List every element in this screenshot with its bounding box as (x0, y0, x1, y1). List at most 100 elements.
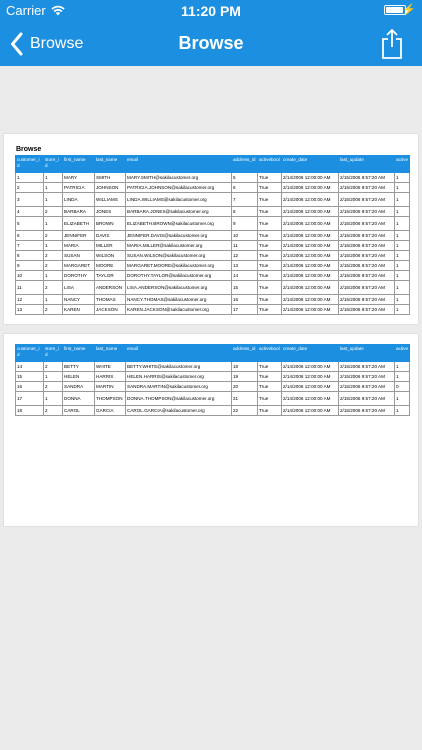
table-cell: 1 (394, 260, 410, 271)
table-cell: 1 (394, 172, 410, 183)
table-row: 12 1 NANCY THOMAS NANCY.THOMAS@sakilacustome… (15, 294, 410, 305)
table-cell: 2 (43, 260, 63, 271)
table-cell: SANDRA (62, 381, 95, 392)
column-header: active (394, 344, 410, 362)
table-cell: 2/15/2006 9:57:20 AM (338, 405, 395, 416)
column-header: first_name (62, 155, 95, 173)
table-cell: 12 (231, 250, 258, 261)
table-cell: MOORE (94, 260, 126, 271)
table-cell: 8 (15, 250, 44, 261)
table-cell: 2/15/2006 9:57:20 AM (338, 192, 395, 207)
table-cell: 11 (231, 240, 258, 251)
table-cell: True (257, 361, 282, 372)
table-cell: 1 (394, 391, 410, 406)
table-cell: 17 (15, 391, 44, 406)
table-cell: 15 (231, 280, 258, 295)
table-cell: 21 (231, 391, 258, 406)
table-cell: 16 (15, 381, 44, 392)
table-row: 6 2 JENNIFER DAVIS JENNIFER.DAVIS@sakilacust… (15, 230, 410, 241)
table-cell: BETTY (62, 361, 95, 372)
table-cell: 1 (43, 294, 63, 305)
table-row: 13 2 KAREN JACKSON KAREN.JACKSON@sakilacusto… (15, 304, 410, 315)
table-cell: 1 (394, 294, 410, 305)
table-cell: 2/14/2006 12:00:00 AM (281, 361, 339, 372)
table-cell: BROWN (94, 216, 126, 231)
table-cell: WILLIAMS (94, 192, 126, 207)
table-cell: JONES (94, 206, 126, 217)
table-cell: MARTIN (94, 381, 126, 392)
column-header: create_date (281, 155, 339, 173)
table-cell: 2/15/2006 9:57:20 AM (338, 304, 395, 315)
table-cell: JENNIFER.DAVIS@sakilacustomer.org (125, 230, 232, 241)
table-cell: True (257, 381, 282, 392)
table-row: 5 1 ELIZABETH BROWN ELIZABETH.BROWN@sakilacu… (15, 216, 410, 231)
table-cell: 2 (15, 182, 44, 193)
table-cell: PATRICIA.JOHNSON@sakilacustomer.org (125, 182, 232, 193)
table-cell: CAROL (62, 405, 95, 416)
table-cell: True (257, 270, 282, 281)
table-header-row: customer_id store_id first_name last_name em… (15, 344, 410, 362)
table-cell: 1 (43, 192, 63, 207)
table-cell: 18 (15, 405, 44, 416)
table-cell: 1 (43, 182, 63, 193)
report-title: Browse (16, 146, 42, 153)
table-cell: 2/15/2006 9:57:20 AM (338, 381, 395, 392)
table-cell: 22 (231, 405, 258, 416)
table-cell: 5 (15, 216, 44, 231)
table-cell: 2 (43, 361, 63, 372)
table-cell: True (257, 304, 282, 315)
column-header: activebool (257, 344, 282, 362)
table-cell: GARCIA (94, 405, 126, 416)
table-cell: 2/14/2006 12:00:00 AM (281, 240, 339, 251)
table-cell: 2/14/2006 12:00:00 AM (281, 260, 339, 271)
charging-bolt-icon: ⚡ (402, 4, 416, 16)
table-cell: SANDRA.MARTIN@sakilacustomer.org (125, 381, 232, 392)
table-cell: 1 (394, 250, 410, 261)
table-cell: JENNIFER (62, 230, 95, 241)
table-cell: 6 (231, 182, 258, 193)
table-row: 3 1 LINDA WILLIAMS LINDA.WILLIAMS@sakilacust… (15, 192, 410, 207)
table-cell: 2/15/2006 9:57:20 AM (338, 270, 395, 281)
table-cell: 2/14/2006 12:00:00 AM (281, 294, 339, 305)
report-page-1: Browse customer_id store_id first_name last… (4, 134, 418, 324)
table-cell: 4 (15, 206, 44, 217)
table-cell: 1 (394, 182, 410, 193)
table-cell: SUSAN.WILSON@sakilacustomer.org (125, 250, 232, 261)
table-cell: True (257, 240, 282, 251)
table-cell: 15 (15, 371, 44, 382)
table-cell: True (257, 250, 282, 261)
table-cell: 2/15/2006 9:57:20 AM (338, 280, 395, 295)
table-header-row: customer_id store_id first_name last_name em… (15, 155, 410, 173)
table-cell: 2/15/2006 9:57:20 AM (338, 230, 395, 241)
table-cell: 2 (43, 280, 63, 295)
table-cell: 1 (394, 192, 410, 207)
column-header: address_id (231, 155, 258, 173)
table-cell: 1 (43, 240, 63, 251)
table-row: 4 2 BARBARA JONES BARBARA.JONES@sakilacustom… (15, 206, 410, 217)
table-cell: 1 (43, 216, 63, 231)
table-cell: 2/14/2006 12:00:00 AM (281, 216, 339, 231)
table-cell: True (257, 182, 282, 193)
table-cell: SUSAN (62, 250, 95, 261)
table-cell: 2/15/2006 9:57:20 AM (338, 371, 395, 382)
table-cell: 13 (231, 260, 258, 271)
share-icon[interactable] (380, 28, 404, 60)
table-cell: KAREN (62, 304, 95, 315)
table-row: 2 1 PATRICIA JOHNSON PATRICIA.JOHNSON@sakila… (15, 182, 410, 193)
table-cell: 2/14/2006 12:00:00 AM (281, 381, 339, 392)
table-cell: MILLER (94, 240, 126, 251)
table-cell: 12 (15, 294, 44, 305)
table-cell: 2/15/2006 9:57:20 AM (338, 206, 395, 217)
table-cell: 2/14/2006 12:00:00 AM (281, 182, 339, 193)
table-cell: MARY (62, 172, 95, 183)
column-header: create_date (281, 344, 339, 362)
column-header: last_name (94, 344, 126, 362)
table-cell: True (257, 230, 282, 241)
navigation-bar: Browse Browse (0, 22, 422, 66)
table-cell: 10 (15, 270, 44, 281)
table-cell: TAYLOR (94, 270, 126, 281)
table-cell: WILSON (94, 250, 126, 261)
table-row: 7 1 MARIA MILLER MARIA.MILLER@sakilacustomer… (15, 240, 410, 251)
table-cell: 1 (394, 405, 410, 416)
table-cell: 2/14/2006 12:00:00 AM (281, 230, 339, 241)
